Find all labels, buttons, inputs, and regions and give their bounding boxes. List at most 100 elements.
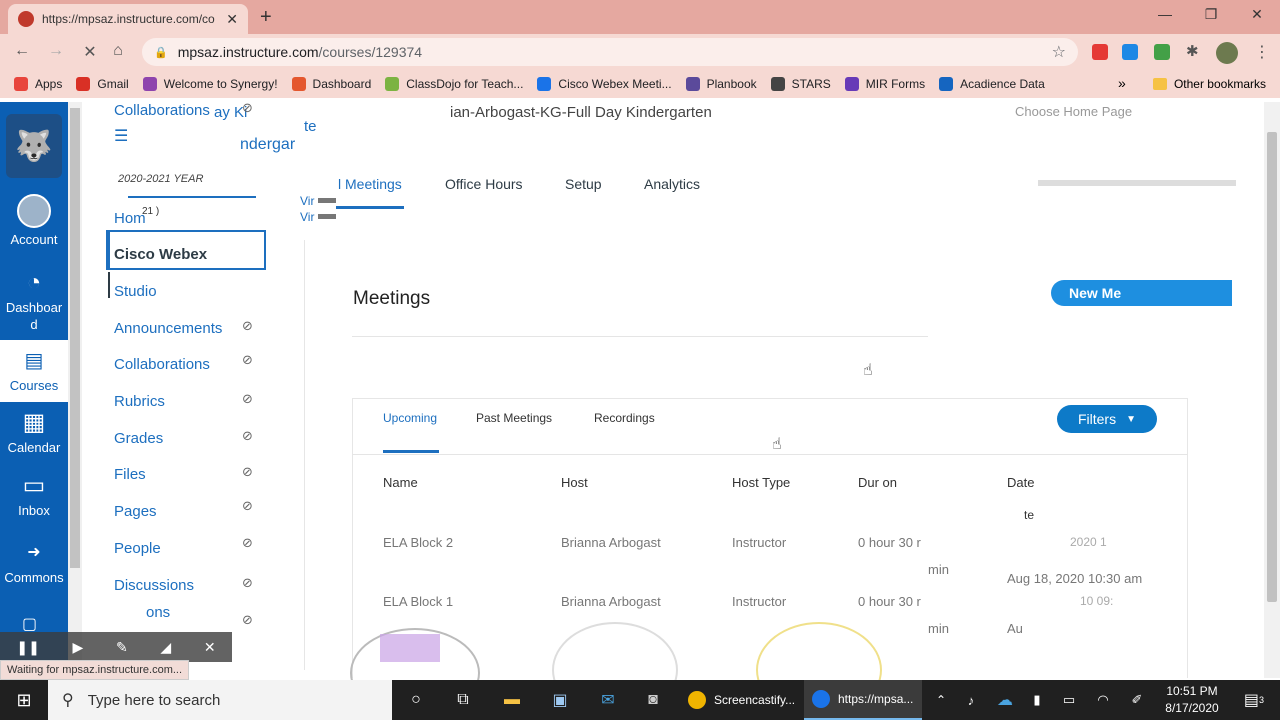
taskbar-screencastify[interactable]: Screencastify...: [680, 680, 800, 720]
school-logo[interactable]: 🐺: [6, 114, 62, 178]
close-icon[interactable]: ✕: [204, 639, 216, 656]
nav-pages[interactable]: Pages: [114, 503, 157, 520]
nav-studio[interactable]: Studio: [114, 283, 157, 300]
bookmark-planbook[interactable]: Planbook: [685, 77, 757, 91]
wifi-icon[interactable]: ◠: [1092, 680, 1114, 720]
subtab-upcoming[interactable]: Upcoming: [383, 411, 437, 425]
nav-commons[interactable]: ➜ Commons: [0, 540, 68, 586]
cortana-icon[interactable]: ○: [400, 680, 432, 720]
eraser-icon[interactable]: ◢: [160, 639, 171, 656]
scrollbar-thumb[interactable]: [70, 108, 80, 568]
nav-label: Inbox: [18, 503, 50, 518]
nav-courses[interactable]: ▤ Courses: [0, 340, 68, 402]
other-bookmarks[interactable]: Other bookmarks: [1152, 77, 1266, 91]
minimize-button[interactable]: —: [1142, 6, 1188, 22]
tab-analytics[interactable]: Analytics: [644, 176, 700, 192]
bookmark-webex[interactable]: Cisco Webex Meeti...: [537, 77, 672, 91]
nav-discussions[interactable]: Discussions: [114, 577, 194, 594]
tab-close-icon[interactable]: ✕: [226, 11, 238, 28]
store-icon[interactable]: ▣: [542, 680, 578, 720]
bookmark-stars[interactable]: STARS: [770, 77, 831, 91]
volume-icon[interactable]: ♪: [960, 680, 982, 720]
stop-loading-icon[interactable]: ✕: [80, 42, 100, 62]
camera-icon[interactable]: ◙: [636, 680, 670, 720]
meeting-name[interactable]: ELA Block 1: [383, 594, 453, 609]
restore-button[interactable]: ❐: [1188, 6, 1234, 23]
nav-collaborations-top[interactable]: Collaborations: [114, 102, 210, 119]
windows-start-icon[interactable]: ⊞: [0, 680, 48, 720]
nav-collaborations[interactable]: Collaborations: [114, 356, 210, 373]
close-window-button[interactable]: ✕: [1234, 6, 1280, 23]
onedrive-icon[interactable]: ☁: [994, 680, 1016, 720]
sidebar-scrollbar[interactable]: [68, 102, 82, 662]
column-date[interactable]: Date: [1007, 475, 1034, 490]
choose-home-page-button[interactable]: Choose Home Page: [1015, 104, 1235, 120]
tab-office-hours[interactable]: Office Hours: [445, 176, 523, 192]
nav-dashboard[interactable]: ◔ Dashboard: [0, 270, 68, 333]
play-icon[interactable]: ▶: [73, 639, 84, 656]
notifications-icon[interactable]: ▤ 3: [1236, 680, 1272, 720]
tray-chevron-icon[interactable]: ⌃: [930, 680, 952, 720]
bookmark-classdojo[interactable]: ClassDojo for Teach...: [385, 77, 523, 91]
pen-icon[interactable]: ✎: [116, 639, 128, 656]
file-explorer-icon[interactable]: ▬: [494, 680, 530, 720]
meeting-name[interactable]: ELA Block 2: [383, 535, 453, 550]
nav-announcements[interactable]: Announcements: [114, 320, 222, 337]
subtab-recordings[interactable]: Recordings: [594, 411, 655, 425]
new-tab-button[interactable]: +: [260, 6, 272, 29]
bookmark-mir-forms[interactable]: MIR Forms: [844, 77, 925, 91]
pen-workspace-icon[interactable]: ✐: [1126, 680, 1148, 720]
system-clock[interactable]: 10:51 PM 8/17/2020: [1152, 683, 1232, 717]
column-name[interactable]: Name: [383, 475, 418, 490]
menu-toggle-icon[interactable]: ☰: [114, 126, 128, 146]
forward-icon[interactable]: →: [46, 42, 66, 60]
course-breadcrumb[interactable]: ian-Arbogast-KG-Full Day Kindergarten: [450, 104, 780, 122]
bookmark-dashboard[interactable]: Dashboard: [291, 77, 371, 91]
menu-kebab-icon[interactable]: ⋮: [1254, 42, 1270, 62]
nav-grades[interactable]: Grades: [114, 430, 163, 447]
column-duration[interactable]: Dur on: [858, 475, 897, 490]
nav-account[interactable]: Account: [0, 194, 68, 248]
bookmark-synergy[interactable]: Welcome to Synergy!: [142, 77, 278, 91]
tab-meetings[interactable]: l Meetings: [338, 176, 402, 192]
taskbar-search[interactable]: ⚲ Type here to search: [48, 680, 392, 720]
task-view-icon[interactable]: ⧉: [446, 680, 480, 720]
bookmark-apps[interactable]: Apps: [14, 77, 62, 91]
address-bar[interactable]: 🔒 mpsaz.instructure.com/courses/129374 ☆: [142, 38, 1078, 66]
nav-people[interactable]: People: [114, 540, 161, 557]
tab-setup[interactable]: Setup: [565, 176, 602, 192]
new-meeting-button[interactable]: New Me: [1051, 280, 1232, 306]
more-bookmarks-chevron[interactable]: »: [1118, 75, 1126, 91]
subtab-past-meetings[interactable]: Past Meetings: [476, 411, 552, 425]
nav-inbox[interactable]: ▭ Inbox: [0, 473, 68, 519]
battery-icon[interactable]: ▭: [1058, 680, 1080, 720]
column-host[interactable]: Host: [561, 475, 588, 490]
help-icon[interactable]: ▢: [22, 614, 37, 634]
nav-home[interactable]: Hom: [114, 210, 146, 227]
page-scrollbar[interactable]: [1264, 102, 1280, 678]
browser-tab[interactable]: https://mpsaz.instructure.com/co ✕: [8, 4, 248, 34]
filters-button[interactable]: Filters ▼: [1057, 405, 1157, 433]
nav-cisco-webex[interactable]: Cisco Webex: [114, 246, 207, 263]
nav-calendar[interactable]: ▦ Calendar: [0, 410, 68, 456]
extension-blue-icon[interactable]: [1122, 44, 1138, 60]
home-icon[interactable]: ⌂: [108, 42, 128, 60]
header-fragment-te: te: [304, 118, 317, 135]
extension-red-icon[interactable]: [1092, 44, 1108, 60]
taskbar-chrome[interactable]: https://mpsa...: [804, 680, 922, 720]
extensions-puzzle-icon[interactable]: ✱: [1186, 42, 1199, 60]
bookmark-acadience[interactable]: Acadience Data: [939, 77, 1045, 91]
scrollbar-thumb[interactable]: [1267, 132, 1277, 602]
nav-rubrics[interactable]: Rubrics: [114, 393, 165, 410]
bookmark-star-icon[interactable]: ☆: [1052, 42, 1066, 62]
profile-avatar[interactable]: [1216, 42, 1238, 64]
nav-partial-item[interactable]: ons: [146, 604, 170, 621]
bookmark-gmail[interactable]: Gmail: [76, 77, 129, 91]
nav-files[interactable]: Files: [114, 466, 146, 483]
microphone-icon[interactable]: ▮: [1026, 680, 1048, 720]
back-icon[interactable]: ←: [12, 42, 32, 60]
extension-green-icon[interactable]: [1154, 44, 1170, 60]
pause-icon[interactable]: ❚❚: [16, 639, 39, 656]
mail-icon[interactable]: ✉: [590, 680, 626, 720]
column-host-type[interactable]: Host Type: [732, 475, 790, 490]
